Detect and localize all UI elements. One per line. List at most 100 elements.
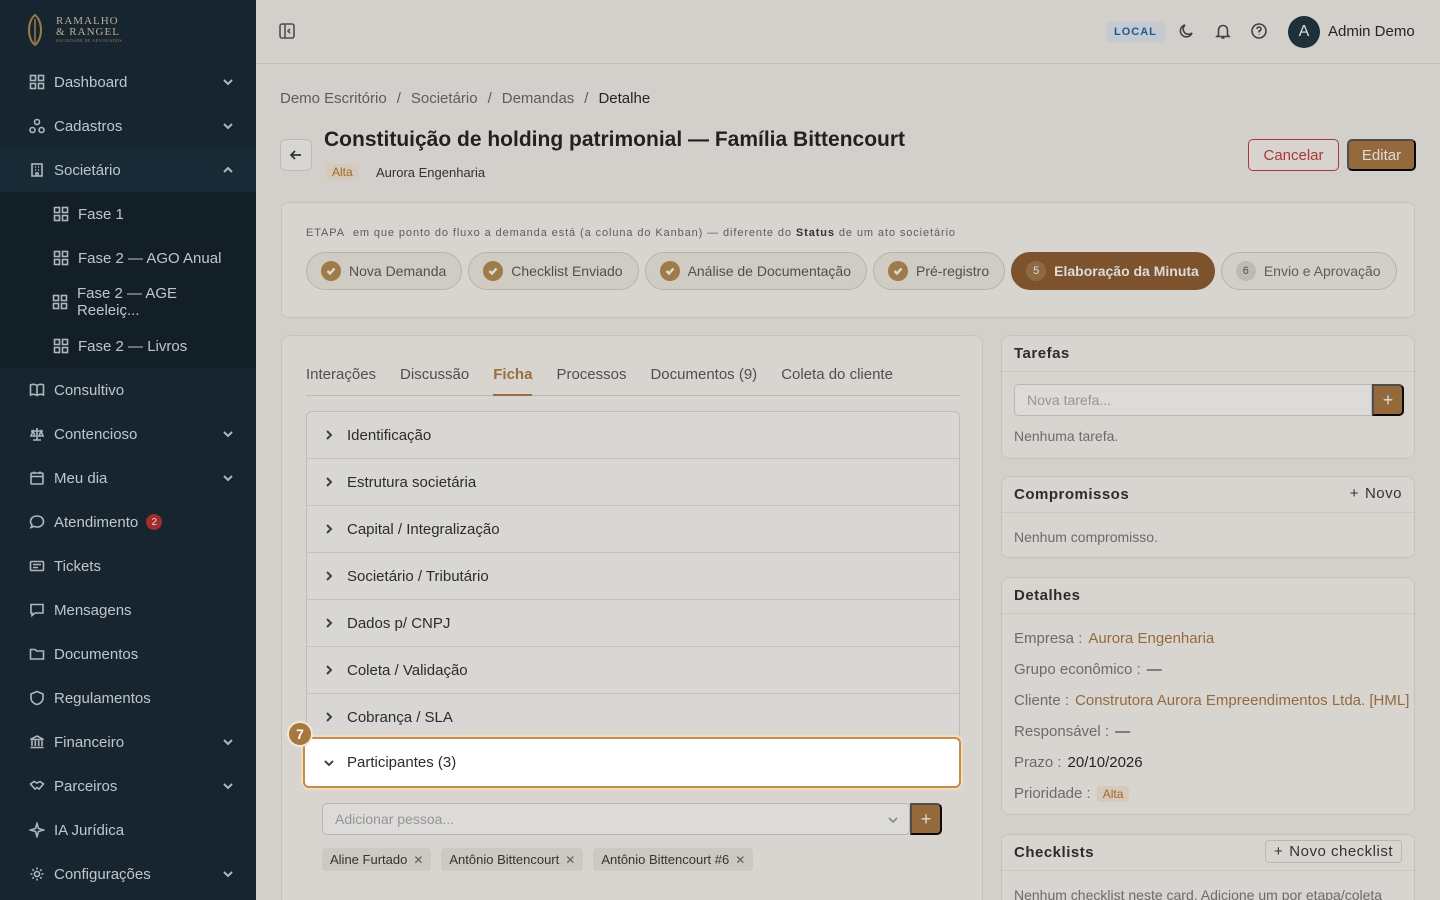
priority-badge: Alta (1096, 785, 1130, 802)
add-person-button[interactable]: + (910, 803, 942, 835)
calendar-icon (28, 469, 46, 487)
avatar[interactable]: A (1288, 16, 1320, 48)
sidebar-item-documentos[interactable]: Documentos (0, 632, 256, 676)
chevron-down-icon (324, 759, 334, 766)
breadcrumb-item[interactable]: Demo Escritório (280, 90, 387, 107)
help-icon[interactable] (1250, 22, 1270, 42)
sidebar-subitem-fase-2-livros[interactable]: Fase 2 — Livros (0, 324, 256, 368)
sidebar-item-label: Documentos (54, 645, 139, 663)
participant-chip: Antônio Bittencourt #6 ✕ (593, 848, 754, 871)
checklists-empty: Nenhum checklist neste card. Adicione um… (1014, 887, 1383, 900)
brand-name: RAMALHO & RANGEL SOCIEDADE DE ADVOGADOS (56, 15, 123, 44)
stage-step[interactable]: Checklist Enviado (468, 252, 639, 290)
back-button[interactable] (280, 139, 312, 171)
stage-step[interactable]: Nova Demanda (306, 252, 463, 290)
sidebar-toggle-icon[interactable] (278, 22, 298, 42)
sidebar-item-label: Mensagens (54, 601, 132, 619)
stage-step-active[interactable]: 5 Elaboração da Minuta (1011, 252, 1215, 290)
logo-emblem-icon (28, 13, 42, 47)
sidebar-item-regulamentos[interactable]: Regulamentos (0, 676, 256, 720)
sidebar-subitem-fase-2-ago[interactable]: Fase 2 — AGO Anual (0, 236, 256, 280)
stage-step[interactable]: 6 Envio e Aprovação (1220, 252, 1397, 290)
building-icon (28, 161, 46, 179)
brand-logo[interactable]: RAMALHO & RANGEL SOCIEDADE DE ADVOGADOS (0, 0, 256, 60)
plus-icon: + (1349, 485, 1359, 502)
sidebar-item-financeiro[interactable]: Financeiro (0, 720, 256, 764)
ticket-icon (28, 557, 46, 575)
stage-step-label: Elaboração da Minuta (1054, 263, 1199, 279)
tab-processos[interactable]: Processos (556, 366, 626, 396)
accordion-participantes[interactable]: Participantes (3) (303, 737, 961, 788)
sidebar-item-consultivo[interactable]: Consultivo (0, 368, 256, 412)
plus-icon: + (1274, 843, 1284, 860)
checklists-card: Checklists + Novo checklist Nenhum checkl… (1001, 834, 1415, 900)
tab-discussao[interactable]: Discussão (400, 366, 469, 396)
stage-number: 6 (1235, 261, 1256, 281)
stage-card: ETAPA em que ponto do fluxo a demanda es… (281, 202, 1415, 318)
moon-icon[interactable] (1178, 22, 1198, 42)
cancel-button[interactable]: Cancelar (1248, 139, 1339, 171)
tab-interacoes[interactable]: Interações (306, 366, 376, 396)
notification-badge: 2 (146, 514, 163, 530)
sparkle-icon (28, 821, 46, 839)
shield-icon (28, 689, 46, 707)
compromissos-title: Compromissos (1014, 486, 1130, 503)
sidebar-item-label: Consultivo (54, 381, 125, 399)
user-name[interactable]: Admin Demo (1328, 23, 1415, 40)
accordion-dados-cnpj[interactable]: Dados p/ CNPJ (307, 600, 959, 647)
accordion-estrutura-societaria[interactable]: Estrutura societária (307, 459, 959, 506)
accordion-societario-tributario[interactable]: Societário / Tributário (307, 553, 959, 600)
tab-documentos[interactable]: Documentos (9) (650, 366, 757, 396)
accordion-coleta-validacao[interactable]: Coleta / Validação (307, 647, 959, 694)
sidebar-subitem-label: Fase 2 — Livros (78, 337, 188, 355)
sidebar-subitem-fase-1[interactable]: Fase 1 (0, 192, 256, 236)
accordion-identificacao[interactable]: Identificação (307, 412, 959, 459)
sidebar-nav: Dashboard Cadastros Societário (0, 60, 256, 192)
sidebar-item-ia-juridica[interactable]: IA Jurídica (0, 808, 256, 852)
tab-ficha[interactable]: Ficha (493, 366, 533, 396)
new-checklist-button[interactable]: + Novo checklist (1265, 840, 1402, 863)
new-compromisso-button[interactable]: + Novo (1350, 485, 1402, 502)
company-link[interactable]: Aurora Engenharia (1088, 630, 1214, 647)
stage-step[interactable]: Pré-registro (873, 252, 1006, 290)
sidebar-item-parceiros[interactable]: Parceiros (0, 764, 256, 808)
breadcrumb-item[interactable]: Demandas (502, 90, 575, 107)
add-person-select[interactable]: Adicionar pessoa... (322, 803, 910, 835)
new-task-input[interactable]: Nova tarefa... (1014, 384, 1372, 416)
sidebar-item-dashboard[interactable]: Dashboard (0, 60, 256, 104)
accordion-cobranca-sla[interactable]: Cobrança / SLA (307, 694, 959, 741)
sidebar-item-cadastros[interactable]: Cadastros (0, 104, 256, 148)
chevron-down-icon (222, 779, 234, 791)
sidebar-item-label: Societário (54, 161, 121, 179)
edit-button[interactable]: Editar (1347, 139, 1416, 171)
accordion-capital[interactable]: Capital / Integralização (307, 506, 959, 553)
company-label: Aurora Engenharia (376, 165, 486, 180)
bell-icon[interactable] (1214, 22, 1234, 42)
grid-icon (52, 293, 69, 311)
sidebar-item-tickets[interactable]: Tickets (0, 544, 256, 588)
detail-row: Prazo :20/10/2026 (1014, 754, 1143, 771)
breadcrumb-current: Detalhe (598, 90, 651, 107)
add-task-button[interactable]: + (1372, 384, 1404, 416)
stage-number: 5 (1026, 261, 1047, 281)
remove-icon[interactable]: ✕ (413, 853, 423, 867)
tasks-card: Tarefas Nova tarefa... + Nenhuma tarefa. (1001, 335, 1415, 459)
stage-step[interactable]: Análise de Documentação (644, 252, 867, 290)
remove-icon[interactable]: ✕ (565, 853, 575, 867)
sidebar-item-mensagens[interactable]: Mensagens (0, 588, 256, 632)
sidebar-item-societario[interactable]: Societário (0, 148, 256, 192)
participant-name: Aline Furtado (330, 852, 408, 867)
client-link[interactable]: Construtora Aurora Empreendimentos Ltda.… (1075, 692, 1409, 709)
sidebar-item-meu-dia[interactable]: Meu dia (0, 456, 256, 500)
breadcrumb-item[interactable]: Societário (411, 90, 478, 107)
tab-coleta-cliente[interactable]: Coleta do cliente (781, 366, 893, 396)
sidebar-item-contencioso[interactable]: Contencioso (0, 412, 256, 456)
sidebar-item-atendimento[interactable]: Atendimento 2 (0, 500, 256, 544)
remove-icon[interactable]: ✕ (735, 853, 745, 867)
sidebar-item-configuracoes[interactable]: Configurações (0, 852, 256, 896)
detail-row: Grupo econômico : — (1014, 661, 1162, 678)
accordion-label: Cobrança / SLA (347, 708, 453, 726)
chevron-up-icon (222, 163, 234, 175)
sidebar-subitem-fase-2-age[interactable]: Fase 2 — AGE Reeleiç... (0, 280, 256, 324)
participant-chip: Antônio Bittencourt ✕ (441, 848, 584, 871)
